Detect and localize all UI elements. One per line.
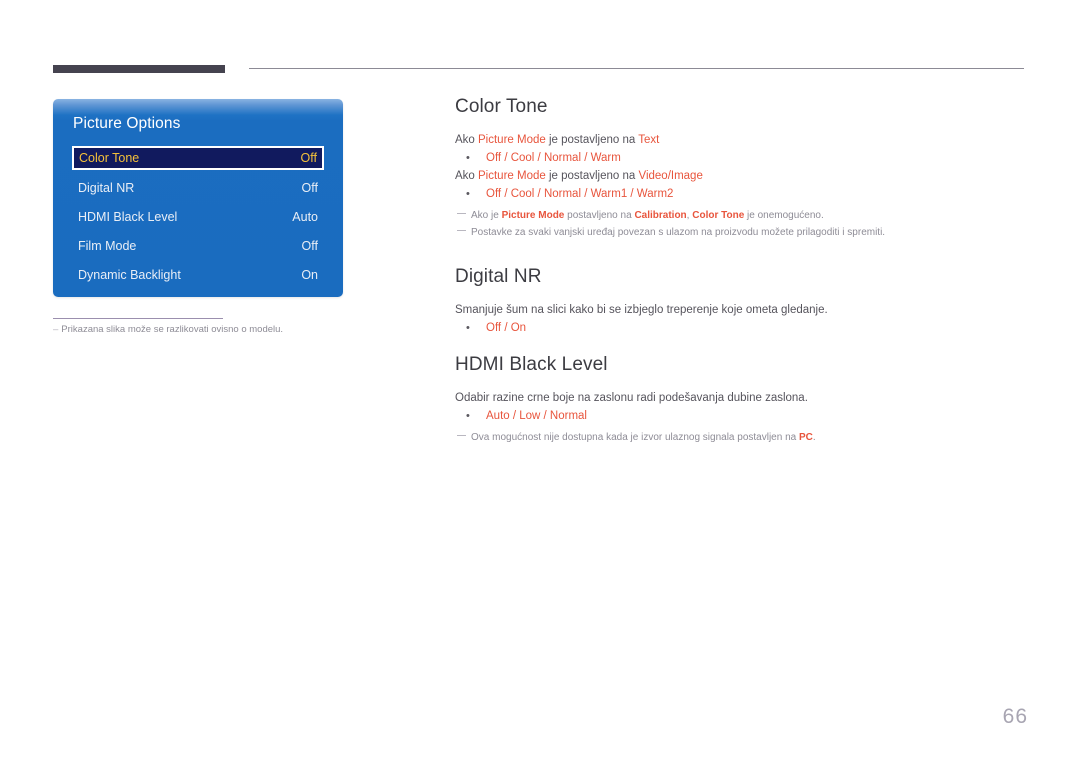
color-tone-condition-text-line: Ako Picture Mode je postavljeno na Text bbox=[455, 131, 1027, 149]
osd-row-label: Color Tone bbox=[79, 151, 140, 165]
highlight-picture-mode: Picture Mode bbox=[478, 170, 546, 182]
hdmi-black-level-options: Auto / Low / Normal bbox=[455, 407, 1027, 425]
header-rule-thin-line bbox=[249, 68, 1024, 69]
text-fragment: Ako bbox=[455, 170, 479, 182]
osd-row-film-mode[interactable]: Film Mode Off bbox=[73, 235, 323, 257]
section-title-color-tone: Color Tone bbox=[455, 96, 548, 117]
color-tone-note-external-device: Postavke za svaki vanjski uređaj povezan… bbox=[455, 224, 1027, 241]
section-title-digital-nr: Digital NR bbox=[455, 266, 542, 287]
page-number: 66 bbox=[1002, 705, 1028, 728]
text-fragment: Ako bbox=[455, 134, 479, 146]
color-tone-options-video: Off / Cool / Normal / Warm1 / Warm2 bbox=[455, 185, 1027, 203]
highlight-text-mode: Text bbox=[638, 134, 660, 146]
osd-note: – Prikazana slika može se razlikovati ovi… bbox=[53, 323, 353, 337]
osd-row-label: Digital NR bbox=[78, 181, 135, 195]
osd-row-value: Off bbox=[301, 181, 318, 195]
text-fragment: . bbox=[812, 432, 816, 443]
osd-row-digital-nr[interactable]: Digital NR Off bbox=[73, 177, 323, 199]
osd-row-value: Off bbox=[301, 239, 318, 253]
osd-menu-title: Picture Options bbox=[73, 115, 181, 132]
osd-row-hdmi-black-level[interactable]: HDMI Black Level Auto bbox=[73, 206, 323, 228]
section-hdmi-black-level: HDMI Black Level Odabir razine crne boje… bbox=[455, 354, 1027, 446]
section-title-hdmi-black-level: HDMI Black Level bbox=[455, 354, 608, 375]
section-digital-nr: Digital NR Smanjuje šum na slici kako bi… bbox=[455, 266, 1027, 337]
osd-row-label: Film Mode bbox=[78, 239, 137, 253]
osd-note-divider bbox=[53, 318, 223, 319]
highlight-video-image: Video/Image bbox=[638, 170, 703, 182]
osd-menu-panel: Picture Options Color Tone Off Digital N… bbox=[53, 99, 343, 297]
osd-row-dynamic-backlight[interactable]: Dynamic Backlight On bbox=[73, 264, 323, 286]
highlight-picture-mode: Picture Mode bbox=[478, 134, 546, 146]
text-fragment: Ako je bbox=[471, 210, 502, 221]
hdmi-black-level-note: Ova mogućnost nije dostupna kada je izvo… bbox=[455, 429, 1027, 446]
osd-row-color-tone[interactable]: Color Tone Off bbox=[72, 146, 324, 170]
osd-row-label: Dynamic Backlight bbox=[78, 268, 181, 282]
color-tone-condition-video-line: Ako Picture Mode je postavljeno na Video… bbox=[455, 167, 1027, 185]
header-rule-thick-bar bbox=[53, 65, 225, 73]
color-tone-options-text: Off / Cool / Normal / Warm bbox=[455, 149, 1027, 167]
osd-row-value: Auto bbox=[292, 210, 318, 224]
osd-row-value: Off bbox=[300, 151, 317, 165]
hdmi-black-level-description: Odabir razine crne boje na zaslonu radi … bbox=[455, 392, 808, 404]
digital-nr-options: Off / On bbox=[455, 319, 1027, 337]
text-fragment: postavljeno na bbox=[564, 210, 635, 221]
section-color-tone: Color Tone Ako Picture Mode je postavlje… bbox=[455, 96, 1027, 241]
osd-note-dash: – bbox=[53, 324, 59, 335]
osd-note-text: Prikazana slika može se razlikovati ovis… bbox=[61, 324, 284, 335]
color-tone-note-calibration: Ako je Picture Mode postavljeno na Calib… bbox=[455, 207, 1027, 224]
text-fragment: je postavljeno na bbox=[545, 134, 639, 146]
digital-nr-description: Smanjuje šum na slici kako bi se izbjegl… bbox=[455, 304, 828, 316]
osd-row-label: HDMI Black Level bbox=[78, 210, 178, 224]
text-fragment: Ova mogućnost nije dostupna kada je izvo… bbox=[471, 432, 799, 443]
highlight-pc: PC bbox=[798, 432, 813, 443]
header-rule bbox=[53, 64, 1024, 74]
highlight-picture-mode: Picture Mode bbox=[501, 210, 565, 221]
osd-row-value: On bbox=[301, 268, 318, 282]
highlight-color-tone: Color Tone bbox=[692, 210, 745, 221]
text-fragment: je onemogućeno. bbox=[744, 210, 824, 221]
text-fragment: je postavljeno na bbox=[545, 170, 639, 182]
highlight-calibration: Calibration bbox=[634, 210, 687, 221]
